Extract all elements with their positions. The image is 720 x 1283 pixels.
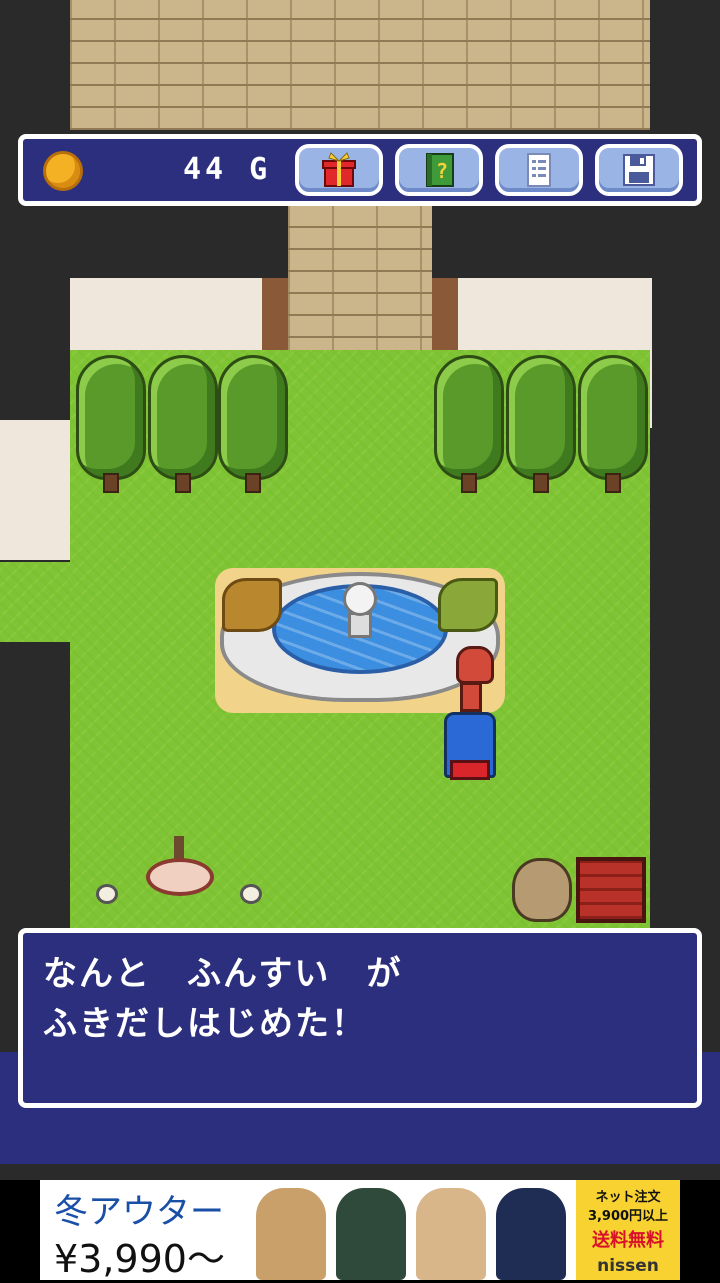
message-window[interactable]: なんと ふんすい が ふきだしはじめた！ bbox=[18, 928, 702, 1108]
message-line-2: ふきだしはじめた！ bbox=[43, 1004, 367, 1044]
stool-right bbox=[240, 884, 262, 904]
coat-image bbox=[496, 1188, 566, 1280]
gift-button[interactable] bbox=[295, 144, 383, 196]
coat-image bbox=[336, 1188, 406, 1280]
svg-text:?: ? bbox=[436, 159, 448, 183]
money-bag[interactable] bbox=[512, 858, 572, 922]
tree bbox=[506, 355, 576, 495]
save-button[interactable] bbox=[595, 144, 683, 196]
tree bbox=[434, 355, 504, 495]
help-book-button[interactable]: ? bbox=[395, 144, 483, 196]
garden-lawn-west bbox=[0, 562, 70, 642]
north-road bbox=[70, 0, 650, 130]
ad-banner[interactable]: 冬アウター ¥3,990〜 ネット注文 3,900円以上 送料無料 nissen bbox=[40, 1180, 680, 1281]
hero-scarf bbox=[460, 682, 482, 712]
coat-image bbox=[256, 1188, 326, 1280]
hero-legs bbox=[450, 760, 490, 780]
tree bbox=[148, 355, 218, 495]
treasure-chest[interactable] bbox=[576, 857, 646, 923]
status-bar: 44 G ? bbox=[18, 134, 702, 206]
coat-image bbox=[416, 1188, 486, 1280]
ad-price: ¥3,990〜 bbox=[54, 1237, 225, 1281]
ad-shipping-badge: ネット注文 3,900円以上 送料無料 nissen bbox=[576, 1180, 680, 1280]
ad-title: 冬アウター bbox=[54, 1192, 224, 1232]
north-path bbox=[288, 200, 432, 360]
round-table[interactable] bbox=[146, 858, 214, 896]
coin-icon bbox=[43, 151, 83, 191]
menu-list-icon bbox=[527, 153, 551, 187]
fountain-spout bbox=[343, 582, 377, 616]
ad-brand-logo: nissen bbox=[597, 1256, 659, 1276]
hero-helmet bbox=[456, 646, 494, 684]
fallen-leaves-left bbox=[222, 578, 282, 632]
ad-side-line-2: 3,900円以上 bbox=[587, 1209, 669, 1224]
tree bbox=[76, 355, 146, 495]
stool-left bbox=[96, 884, 118, 904]
ad-side-line-3: 送料無料 bbox=[592, 1230, 664, 1251]
gift-icon bbox=[322, 152, 356, 187]
save-disk-icon bbox=[623, 154, 655, 186]
tree bbox=[578, 355, 648, 495]
side-building bbox=[0, 420, 70, 560]
message-line-1: なんと ふんすい が bbox=[43, 954, 403, 994]
tree bbox=[218, 355, 288, 495]
fallen-leaves-right bbox=[438, 578, 498, 632]
menu-list-button[interactable] bbox=[495, 144, 583, 196]
help-book-icon: ? bbox=[426, 153, 454, 187]
gold-amount: 44 G bbox=[183, 152, 272, 187]
ad-side-line-1: ネット注文 bbox=[595, 1190, 661, 1205]
